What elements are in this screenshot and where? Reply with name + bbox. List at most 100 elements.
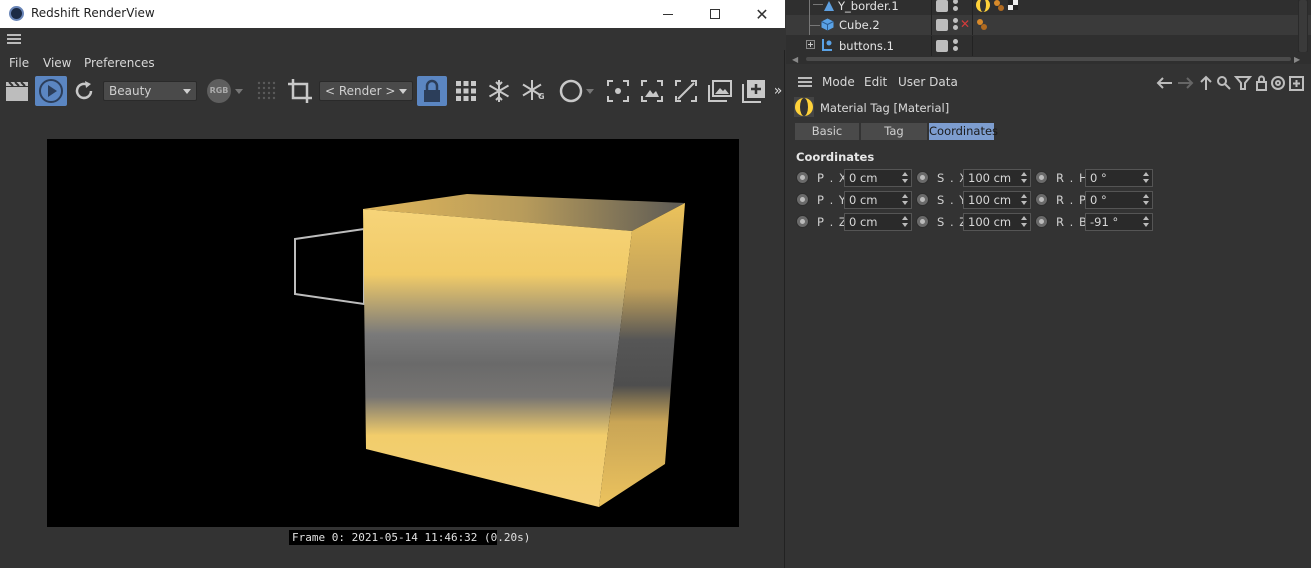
animate-rp-radio[interactable] bbox=[1035, 193, 1048, 206]
menu-preferences[interactable]: Preferences bbox=[84, 56, 155, 70]
minimize-button[interactable] bbox=[645, 0, 691, 28]
lock-camera-button[interactable] bbox=[417, 76, 447, 106]
animate-sy-radio[interactable] bbox=[916, 193, 929, 206]
object-row[interactable]: buttons.1 bbox=[786, 36, 1311, 56]
menu-view[interactable]: View bbox=[43, 56, 71, 70]
tags-icons bbox=[976, 0, 1018, 12]
render-viewport[interactable] bbox=[47, 139, 739, 527]
refresh-button[interactable] bbox=[70, 76, 98, 106]
redshift-renderview-window: Redshift RenderView ✕ File View Preferen… bbox=[0, 0, 785, 568]
display-mode-button[interactable] bbox=[554, 76, 598, 106]
attribute-manager-menubar: Mode Edit User Data bbox=[786, 72, 1311, 92]
rh-label: R . H bbox=[1056, 171, 1089, 185]
stepper-icon[interactable] bbox=[1021, 216, 1028, 228]
crop-region-button[interactable] bbox=[285, 76, 315, 106]
stepper-icon[interactable] bbox=[1021, 172, 1028, 184]
object-row[interactable]: Y_border.1 bbox=[786, 0, 1311, 16]
animate-px-radio[interactable] bbox=[796, 171, 809, 184]
focus-picker-button[interactable] bbox=[604, 76, 632, 106]
panel-menu-row bbox=[0, 28, 785, 50]
window-title: Redshift RenderView bbox=[31, 6, 155, 20]
menu-file[interactable]: File bbox=[9, 56, 29, 70]
stepper-icon[interactable] bbox=[1021, 194, 1028, 206]
scroll-left-icon[interactable]: ◀ bbox=[792, 55, 798, 64]
maximize-button[interactable] bbox=[692, 0, 738, 28]
start-render-button[interactable] bbox=[35, 76, 67, 106]
stepper-icon[interactable] bbox=[1143, 194, 1150, 206]
stepper-icon[interactable] bbox=[902, 216, 909, 228]
tree-line bbox=[813, 4, 823, 5]
object-name: Cube.2 bbox=[839, 18, 880, 32]
animate-py-radio[interactable] bbox=[796, 193, 809, 206]
edit-toggle-icon[interactable] bbox=[936, 0, 948, 12]
menu-user-data[interactable]: User Data bbox=[898, 75, 958, 89]
sy-input[interactable]: 100 cm bbox=[963, 191, 1031, 209]
animate-sx-radio[interactable] bbox=[916, 171, 929, 184]
rp-label: R . P bbox=[1056, 193, 1087, 207]
animate-rb-radio[interactable] bbox=[1035, 215, 1048, 228]
pz-input[interactable]: 0 cm bbox=[844, 213, 912, 231]
null-object-icon bbox=[822, 39, 832, 51]
rgb-channel-icon: RGB bbox=[207, 79, 231, 103]
object-row[interactable]: Cube.2 ✕ bbox=[786, 15, 1311, 35]
camera-dropdown[interactable]: < Render > bbox=[319, 81, 413, 101]
visibility-dots-icon[interactable] bbox=[953, 18, 959, 32]
fit-image-button[interactable] bbox=[638, 76, 666, 106]
freeze-global-button[interactable]: G bbox=[518, 76, 548, 106]
horizontal-scrollbar[interactable] bbox=[806, 57, 1291, 61]
px-input[interactable]: 0 cm bbox=[844, 169, 912, 187]
section-title: Coordinates bbox=[796, 150, 875, 164]
stepper-icon[interactable] bbox=[1143, 172, 1150, 184]
menu-mode[interactable]: Mode bbox=[822, 75, 855, 89]
window-titlebar[interactable]: Redshift RenderView ✕ bbox=[0, 0, 785, 28]
stepper-icon[interactable] bbox=[902, 172, 909, 184]
animate-rh-radio[interactable] bbox=[1035, 171, 1048, 184]
hamburger-menu-icon[interactable] bbox=[798, 77, 812, 87]
add-snapshot-button[interactable] bbox=[740, 76, 768, 106]
bucket-grid-button[interactable] bbox=[254, 76, 280, 106]
cube-object-icon bbox=[821, 18, 834, 31]
scroll-right-icon[interactable]: ▶ bbox=[1294, 55, 1300, 64]
vertical-scrollbar[interactable] bbox=[1298, 0, 1308, 52]
coordinates-row-3: P . Z 0 cm S . Z 100 cm R . B -91 ° bbox=[786, 212, 1311, 232]
hamburger-menu-icon[interactable] bbox=[7, 34, 21, 44]
tag-title: Material Tag [Material] bbox=[820, 101, 950, 115]
rb-input[interactable]: -91 ° bbox=[1085, 213, 1153, 231]
edit-toggle-icon[interactable] bbox=[936, 40, 948, 52]
render-sequence-button[interactable] bbox=[3, 76, 31, 106]
visibility-dots-icon[interactable] bbox=[953, 39, 959, 53]
toolbar-overflow-button[interactable]: » bbox=[772, 76, 784, 106]
rh-value: 0 ° bbox=[1090, 171, 1107, 185]
sz-input[interactable]: 100 cm bbox=[963, 213, 1031, 231]
tab-basic[interactable]: Basic bbox=[795, 123, 859, 140]
py-input[interactable]: 0 cm bbox=[844, 191, 912, 209]
rp-input[interactable]: 0 ° bbox=[1085, 191, 1153, 209]
rendered-cube-image bbox=[294, 194, 685, 507]
menu-edit[interactable]: Edit bbox=[864, 75, 887, 89]
animate-pz-radio[interactable] bbox=[796, 215, 809, 228]
aov-dropdown[interactable]: Beauty bbox=[103, 81, 197, 101]
animate-sz-radio[interactable] bbox=[916, 215, 929, 228]
visibility-dots-icon[interactable] bbox=[953, 0, 959, 13]
spline-object-icon bbox=[824, 1, 834, 11]
tile-grid-button[interactable] bbox=[452, 76, 480, 106]
rh-input[interactable]: 0 ° bbox=[1085, 169, 1153, 187]
clear-image-button[interactable] bbox=[672, 76, 700, 106]
snapshot-history-button[interactable] bbox=[706, 76, 734, 106]
channel-rgb-button[interactable]: RGB bbox=[203, 76, 247, 106]
stepper-icon[interactable] bbox=[902, 194, 909, 206]
sx-input[interactable]: 100 cm bbox=[963, 169, 1031, 187]
py-value: 0 cm bbox=[849, 193, 878, 207]
sz-value: 100 cm bbox=[968, 215, 1012, 229]
disabled-x-icon[interactable]: ✕ bbox=[960, 17, 970, 31]
aov-dropdown-value: Beauty bbox=[109, 84, 152, 98]
close-button[interactable]: ✕ bbox=[739, 0, 785, 28]
freeze-button[interactable] bbox=[485, 76, 513, 106]
frame-status: Frame 0: 2021-05-14 11:46:32 (0.20s) bbox=[289, 530, 530, 545]
tab-coordinates[interactable]: Coordinates bbox=[929, 123, 998, 140]
tab-tag[interactable]: Tag bbox=[861, 123, 927, 140]
snowflake-g-label: G bbox=[538, 92, 545, 101]
edit-toggle-icon[interactable] bbox=[936, 19, 948, 31]
stepper-icon[interactable] bbox=[1143, 216, 1150, 228]
image-slash-icon bbox=[675, 80, 697, 102]
